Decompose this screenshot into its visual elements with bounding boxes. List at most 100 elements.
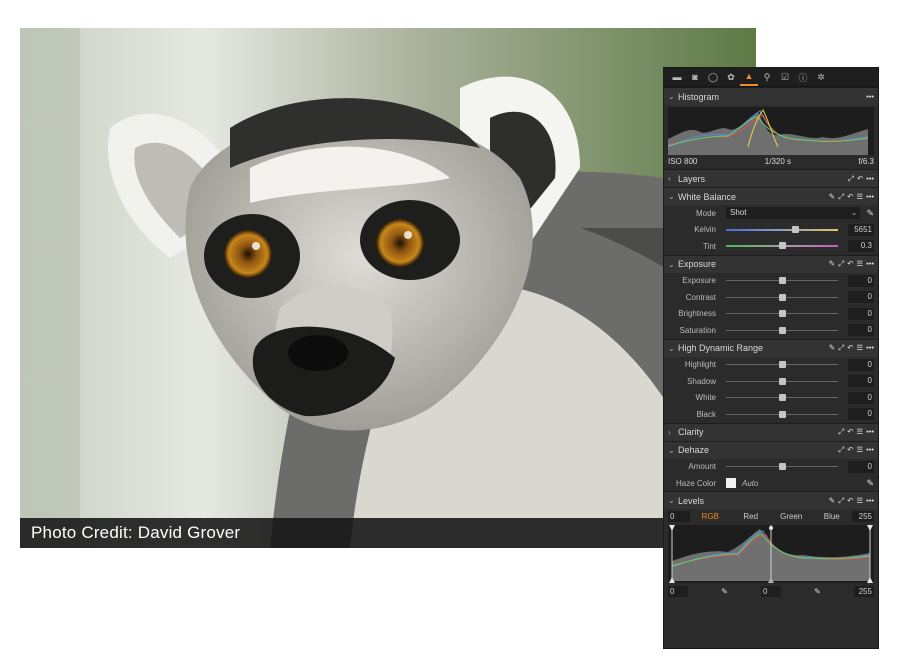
tab-blue[interactable]: Blue [812,512,853,521]
hdr-adjust-slider-knob[interactable] [778,377,786,385]
more-icon[interactable]: ••• [866,92,874,101]
haze-color-swatch[interactable] [726,478,736,488]
eyedropper-white-icon[interactable]: ✎ [814,587,821,596]
tab-rgb[interactable]: RGB [690,512,731,521]
hdr-adjust-slider-knob[interactable] [778,361,786,369]
dehaze-amount-knob[interactable] [778,463,786,471]
list-icon[interactable]: ☰ [856,496,863,506]
hdr-header[interactable]: ⌄ High Dynamic Range ✎ ⤢ ↶ ☰ ••• [664,338,878,357]
reset-icon[interactable]: ↶ [847,343,853,353]
copy-icon[interactable]: ⤢ [838,259,844,269]
exposure-adjust-slider-knob[interactable] [778,293,786,301]
picker-icon[interactable]: ✎ [829,496,835,506]
histogram-header[interactable]: ⌄ Histogram ••• [664,87,878,105]
kelvin-slider-knob[interactable] [791,225,799,233]
exposure-adjust-value[interactable]: 0 [848,324,874,337]
kelvin-value[interactable]: 5651 [848,223,874,236]
levels-header[interactable]: ⌄ Levels ✎ ⤢ ↶ ☰ ••• [664,491,878,509]
exposure-adjust-slider[interactable] [726,293,838,301]
list-icon[interactable]: ☰ [856,192,863,202]
exposure-adjust-slider[interactable] [726,326,838,334]
hdr-adjust-slider-knob[interactable] [778,394,786,402]
more-icon[interactable]: ••• [866,496,874,506]
exposure-adjust-value[interactable]: 0 [848,307,874,320]
hdr-adjust-slider-knob[interactable] [778,410,786,418]
reset-icon[interactable]: ↶ [847,445,853,455]
hdr-adjust-slider[interactable] [726,361,838,369]
exposure-tool-icon[interactable]: ▲ [740,68,758,86]
tint-slider[interactable] [726,242,838,250]
reset-icon[interactable]: ↶ [847,192,853,202]
list-icon[interactable]: ☰ [856,259,863,269]
levels-output-high[interactable]: 255 [853,585,874,597]
list-icon[interactable]: ☰ [856,343,863,353]
levels-output-mid[interactable]: 0 [760,585,781,597]
metadata-icon[interactable]: ☑ [776,68,794,86]
copy-icon[interactable]: ⤢ [838,445,844,455]
exposure-adjust-value[interactable]: 0 [848,274,874,287]
tint-slider-knob[interactable] [778,242,786,250]
tint-value[interactable]: 0.3 [848,240,874,253]
more-icon[interactable]: ••• [866,343,874,353]
hdr-adjust-slider[interactable] [726,377,838,385]
hdr-adjust-slider[interactable] [726,394,838,402]
dehaze-amount-slider[interactable] [726,463,838,471]
more-icon[interactable]: ••• [866,259,874,269]
haze-color-value: Auto [742,478,759,488]
exposure-adjust-slider-knob[interactable] [778,277,786,285]
hdr-adjust-value[interactable]: 0 [848,391,874,404]
levels-input-high[interactable]: 255 [852,510,874,522]
layers-tool-icon[interactable]: ✿ [722,68,740,86]
layers-header[interactable]: › Layers ⤢ ↶ ••• [664,169,878,187]
picker-icon[interactable]: ✎ [829,343,835,353]
color-icon[interactable]: ◯ [704,68,722,86]
kelvin-slider[interactable] [726,225,838,233]
picker-icon[interactable]: ✎ [829,192,835,202]
dehaze-amount-value[interactable]: 0 [848,460,874,473]
tab-red[interactable]: Red [731,512,772,521]
exposure-adjust-slider-knob[interactable] [778,310,786,318]
info-icon[interactable]: ⓘ [794,68,812,86]
levels-input-low[interactable]: 0 [668,510,690,522]
loupe-icon[interactable]: ⚲ [758,68,776,86]
exposure-adjust-slider[interactable] [726,310,838,318]
exposure-adjust-value[interactable]: 0 [848,291,874,304]
copy-icon[interactable]: ⤢ [838,496,844,506]
copy-icon[interactable]: ⤢ [848,174,854,184]
list-icon[interactable]: ☰ [856,427,863,437]
picker-icon[interactable]: ✎ [829,259,835,269]
wb-mode-select[interactable]: Shot ⌄ [726,207,861,220]
dehaze-header[interactable]: ⌄ Dehaze ⤢ ↶ ☰ ••• [664,440,878,459]
hdr-adjust-value[interactable]: 0 [848,358,874,371]
copy-icon[interactable]: ⤢ [838,343,844,353]
tab-green[interactable]: Green [771,512,812,521]
eyedropper-black-icon[interactable]: ✎ [721,587,728,596]
reset-icon[interactable]: ↶ [847,259,853,269]
more-icon[interactable]: ••• [866,192,874,202]
hdr-adjust-value[interactable]: 0 [848,375,874,388]
more-icon[interactable]: ••• [866,445,874,455]
camera-icon[interactable]: ◙ [686,68,704,86]
clarity-header[interactable]: › Clarity ⤢ ↶ ☰ ••• [664,422,878,441]
list-icon[interactable]: ☰ [856,445,863,455]
reset-icon[interactable]: ↶ [847,496,853,506]
more-icon[interactable]: ••• [866,427,874,437]
more-icon[interactable]: ••• [866,174,874,184]
reset-icon[interactable]: ↶ [847,427,853,437]
hdr-adjust-slider[interactable] [726,410,838,418]
copy-icon[interactable]: ⤢ [838,427,844,437]
white-balance-header[interactable]: ⌄ White Balance ✎ ⤢ ↶ ☰ ••• [664,187,878,205]
levels-output-low[interactable]: 0 [668,585,688,597]
exposure-adjust-slider[interactable] [726,277,838,285]
eyedropper-icon[interactable]: ✎ [866,478,874,489]
exposure-adjust-slider-knob[interactable] [778,326,786,334]
hdr-adjust-value[interactable]: 0 [848,408,874,421]
hdr-adjust-row: Black 0 [664,406,878,423]
eyedropper-icon[interactable]: ✎ [866,208,874,219]
settings-icon[interactable]: ✲ [812,68,830,86]
exposure-header[interactable]: ⌄ Exposure ✎ ⤢ ↶ ☰ ••• [664,254,878,273]
copy-icon[interactable]: ⤢ [838,192,844,202]
lemur-eye-right [376,219,424,267]
library-icon[interactable]: ▬ [668,68,686,86]
reset-icon[interactable]: ↶ [857,174,863,184]
